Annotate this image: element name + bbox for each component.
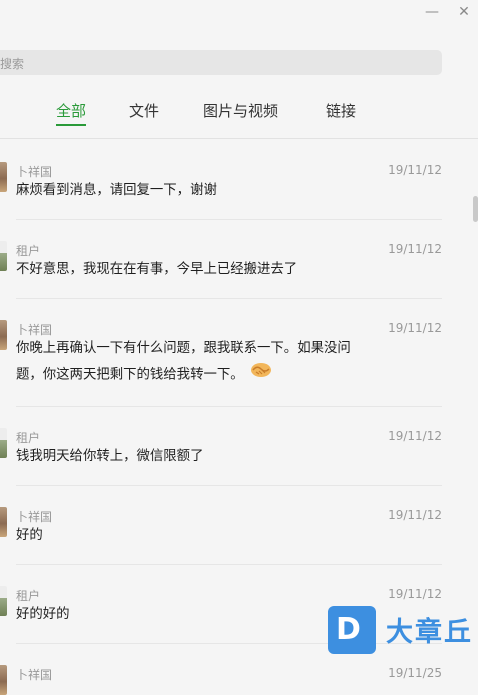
divider bbox=[16, 298, 442, 299]
close-window-button[interactable]: ✕ bbox=[456, 4, 472, 20]
scrollbar-thumb[interactable] bbox=[473, 196, 478, 222]
message-date: 19/11/25 bbox=[388, 666, 442, 680]
tab-files[interactable]: 文件 bbox=[129, 100, 159, 121]
avatar bbox=[0, 507, 7, 537]
avatar bbox=[0, 428, 7, 458]
message-date: 19/11/12 bbox=[388, 587, 442, 601]
message-text: 你晚上再确认一下有什么问题，跟我联系一下。如果没问 bbox=[16, 341, 351, 356]
avatar bbox=[0, 241, 7, 271]
tab-photos-videos[interactable]: 图片与视频 bbox=[203, 100, 278, 121]
divider bbox=[16, 219, 442, 220]
tab-links[interactable]: 链接 bbox=[326, 100, 356, 121]
minimize-button[interactable]: — bbox=[424, 4, 440, 20]
avatar bbox=[0, 665, 7, 695]
avatar bbox=[0, 162, 7, 192]
divider bbox=[16, 485, 442, 486]
message-text: 好的 bbox=[16, 528, 43, 543]
sender-name: 卜祥国 bbox=[16, 668, 53, 682]
message-date: 19/11/12 bbox=[388, 242, 442, 256]
divider bbox=[16, 564, 442, 565]
message-text: 麻烦看到消息，请回复一下，谢谢 bbox=[16, 183, 217, 198]
tab-all[interactable]: 全部 bbox=[56, 100, 87, 126]
watermark-text: 大章丘 bbox=[386, 617, 473, 648]
search-placeholder: 搜索 bbox=[0, 57, 25, 71]
avatar bbox=[0, 320, 7, 350]
message-text: 题，你这两天把剩下的钱给我转一下。 bbox=[16, 361, 382, 388]
divider bbox=[16, 406, 442, 407]
message-date: 19/11/12 bbox=[388, 163, 442, 177]
handshake-emoji-icon bbox=[250, 361, 272, 388]
avatar bbox=[0, 586, 7, 616]
logo-d-icon: D bbox=[328, 606, 376, 654]
search-input[interactable]: 搜索 bbox=[0, 50, 442, 75]
message-date: 19/11/12 bbox=[388, 429, 442, 443]
message-date: 19/11/12 bbox=[388, 508, 442, 522]
message-text-line: 题，你这两天把剩下的钱给我转一下。 bbox=[16, 367, 244, 383]
watermark-logo: D 大章丘 bbox=[328, 606, 473, 654]
tab-bar: 全部 文件 图片与视频 链接 bbox=[0, 100, 478, 130]
message-date: 19/11/12 bbox=[388, 321, 442, 335]
message-text: 不好意思，我现在在有事，今早上已经搬进去了 bbox=[16, 262, 298, 277]
tab-divider bbox=[0, 138, 478, 139]
message-text: 钱我明天给你转上，微信限额了 bbox=[16, 449, 204, 464]
